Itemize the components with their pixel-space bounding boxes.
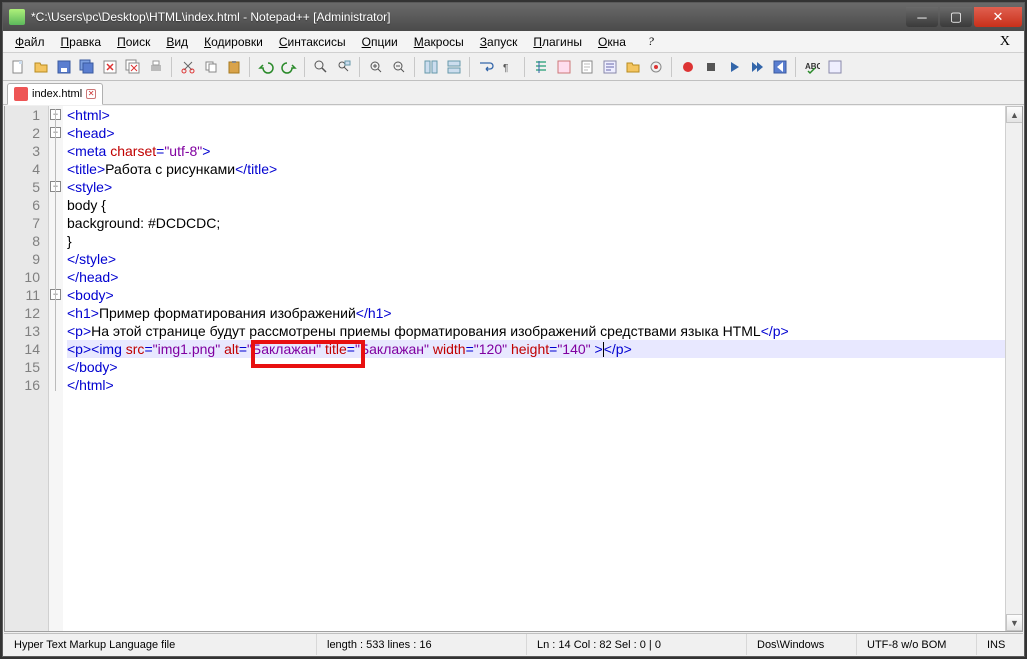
menubar: Файл Правка Поиск Вид Кодировки Синтакси… — [3, 31, 1024, 53]
scroll-down-icon[interactable]: ▼ — [1006, 614, 1023, 631]
maximize-button[interactable]: ▢ — [940, 7, 972, 27]
print-icon[interactable] — [145, 56, 166, 77]
find-icon[interactable] — [310, 56, 331, 77]
app-icon — [9, 9, 25, 25]
close-file-icon[interactable] — [99, 56, 120, 77]
menu-file[interactable]: Файл — [7, 33, 53, 51]
menu-window[interactable]: Окна — [590, 33, 634, 51]
new-file-icon[interactable] — [7, 56, 28, 77]
vertical-scrollbar[interactable]: ▲ ▼ — [1005, 106, 1022, 631]
close-all-icon[interactable] — [122, 56, 143, 77]
svg-text:¶: ¶ — [503, 63, 508, 74]
save-icon[interactable] — [53, 56, 74, 77]
settings-icon[interactable] — [824, 56, 845, 77]
record-icon[interactable] — [677, 56, 698, 77]
stop-icon[interactable] — [700, 56, 721, 77]
redo-icon[interactable] — [278, 56, 299, 77]
window-title: *C:\Users\pc\Desktop\HTML\index.html - N… — [31, 10, 906, 24]
all-chars-icon[interactable]: ¶ — [498, 56, 519, 77]
undo-icon[interactable] — [255, 56, 276, 77]
cut-icon[interactable] — [177, 56, 198, 77]
status-insert-mode: INS — [977, 634, 1023, 655]
zoom-in-icon[interactable] — [365, 56, 386, 77]
play-multi-icon[interactable] — [746, 56, 767, 77]
code-area[interactable]: <html><head><meta charset="utf-8"><title… — [63, 106, 1022, 631]
menu-search[interactable]: Поиск — [109, 33, 158, 51]
sync-v-icon[interactable] — [420, 56, 441, 77]
ud-lang-icon[interactable] — [553, 56, 574, 77]
menu-x-icon[interactable]: X — [990, 32, 1020, 52]
indent-guide-icon[interactable] — [530, 56, 551, 77]
menu-plugins[interactable]: Плагины — [525, 33, 590, 51]
tab-label: index.html — [32, 88, 82, 100]
menu-edit[interactable]: Правка — [53, 33, 110, 51]
func-list-icon[interactable] — [599, 56, 620, 77]
status-eol: Dos\Windows — [747, 634, 857, 655]
titlebar: *C:\Users\pc\Desktop\HTML\index.html - N… — [3, 3, 1024, 31]
save-macro-icon[interactable] — [769, 56, 790, 77]
menu-run[interactable]: Запуск — [472, 33, 526, 51]
menu-macro[interactable]: Макросы — [406, 33, 472, 51]
open-file-icon[interactable] — [30, 56, 51, 77]
file-modified-icon — [14, 87, 28, 101]
menu-encoding[interactable]: Кодировки — [196, 33, 271, 51]
replace-icon[interactable] — [333, 56, 354, 77]
status-encoding: UTF-8 w/o BOM — [857, 634, 977, 655]
doc-map-icon[interactable] — [576, 56, 597, 77]
wrap-icon[interactable] — [475, 56, 496, 77]
toolbar: ¶ ABC — [3, 53, 1024, 81]
menu-language[interactable]: Синтаксисы — [271, 33, 354, 51]
menu-settings[interactable]: Опции — [354, 33, 406, 51]
tab-close-icon[interactable]: ✕ — [86, 89, 96, 99]
editor[interactable]: 12345678910111213141516 −−−− <html><head… — [4, 106, 1023, 632]
save-all-icon[interactable] — [76, 56, 97, 77]
status-position: Ln : 14 Col : 82 Sel : 0 | 0 — [527, 634, 747, 655]
play-icon[interactable] — [723, 56, 744, 77]
status-language: Hyper Text Markup Language file — [4, 634, 317, 655]
fold-margin[interactable]: −−−− — [49, 106, 63, 631]
tab-index-html[interactable]: index.html ✕ — [7, 83, 103, 105]
tabstrip: index.html ✕ — [3, 81, 1024, 105]
status-length: length : 533 lines : 16 — [317, 634, 527, 655]
sync-h-icon[interactable] — [443, 56, 464, 77]
close-button[interactable]: ✕ — [974, 7, 1022, 27]
zoom-out-icon[interactable] — [388, 56, 409, 77]
line-number-gutter: 12345678910111213141516 — [5, 106, 49, 631]
paste-icon[interactable] — [223, 56, 244, 77]
menu-help[interactable]: ? — [640, 32, 662, 51]
minimize-button[interactable]: ─ — [906, 7, 938, 27]
copy-icon[interactable] — [200, 56, 221, 77]
monitoring-icon[interactable] — [645, 56, 666, 77]
statusbar: Hyper Text Markup Language file length :… — [4, 633, 1023, 655]
menu-view[interactable]: Вид — [158, 33, 196, 51]
folder-panel-icon[interactable] — [622, 56, 643, 77]
scroll-up-icon[interactable]: ▲ — [1006, 106, 1023, 123]
spellcheck-icon[interactable]: ABC — [801, 56, 822, 77]
